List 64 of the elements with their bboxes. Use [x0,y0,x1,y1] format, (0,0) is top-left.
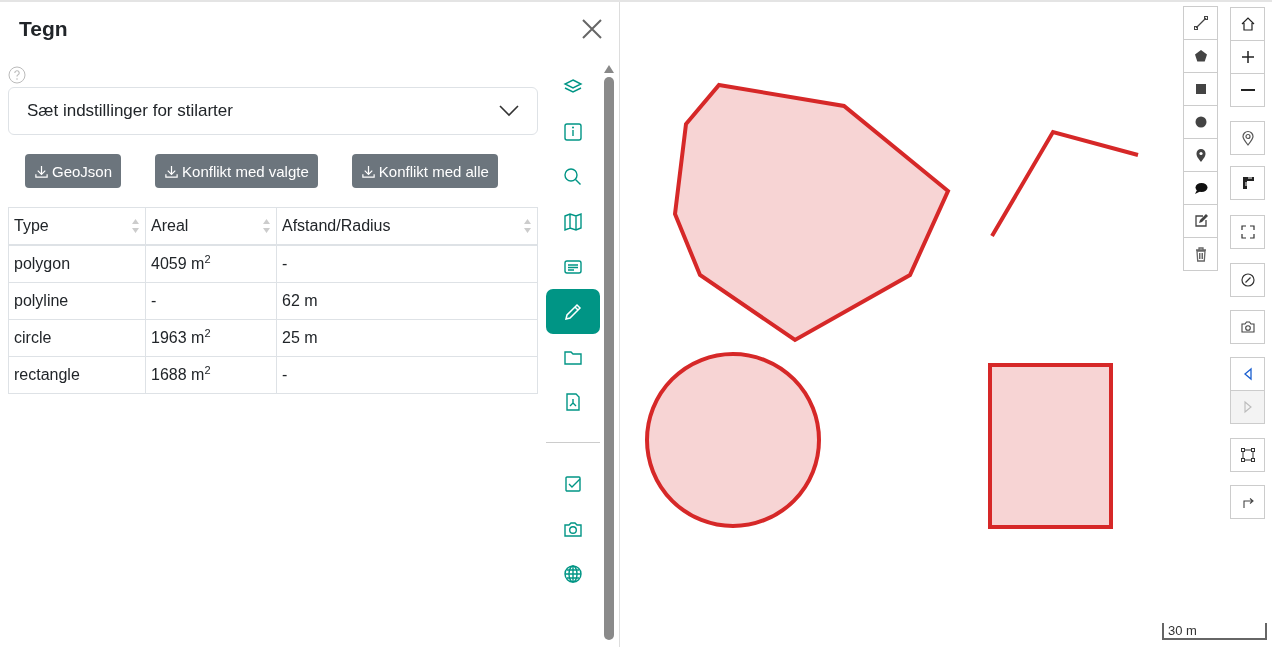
table-cell: circle [8,319,146,357]
edit-icon [1192,213,1209,229]
line-tool-icon [1192,15,1209,31]
chevron-down-icon [499,105,519,117]
location-pin-icon [1239,130,1256,146]
download-button[interactable]: Konflikt med alle [351,154,498,188]
table-cell: 4059 m$^{2}$ [145,245,277,283]
download-icon [164,163,180,179]
globe-icon [563,563,583,584]
rectangle-shape[interactable] [988,363,1113,529]
plus-icon [1239,49,1256,65]
close-button[interactable] [581,18,603,40]
panel-title: Tegn [19,17,68,41]
table-cell: 62 m [276,282,538,320]
table-cell: - [276,245,538,283]
table-cell: - [276,356,538,394]
polyline-shape[interactable] [990,129,1139,237]
download-button[interactable]: GeoJson [25,154,122,188]
speech-bubble-icon [1192,180,1209,196]
style-dropdown[interactable]: Sæt indstillinger for stilarter [8,87,538,135]
pdf-icon [563,391,583,412]
column-header[interactable]: Afstand/Radius [276,207,538,245]
table-cell: polyline [8,282,146,320]
table-cell: 1963 m$^{2}$ [145,319,277,357]
info-icon [563,121,583,142]
download-button[interactable]: Konflikt med valgte [155,154,318,188]
help-icon[interactable] [8,66,26,84]
draw-tool-button[interactable] [1183,138,1218,172]
column-header[interactable]: Type [8,207,146,245]
home-icon [1239,16,1256,32]
draw-tool-button[interactable] [1183,105,1218,139]
map-control-button[interactable] [1230,438,1265,472]
table-cell: rectangle [8,356,146,394]
no-entry-icon [1239,272,1256,288]
download-icon [360,163,376,179]
search-icon [563,166,583,187]
scale-bar: 30 m [1162,623,1267,640]
camera-icon [1239,319,1256,335]
pencil-icon [563,301,583,322]
circle-shape[interactable] [645,352,821,528]
map-control-button[interactable] [1230,73,1265,107]
scrollbar-thumb[interactable] [604,77,614,640]
extent-icon [1239,447,1256,463]
download-icon [34,163,49,179]
map-control-button[interactable] [1230,40,1265,74]
checkbox-icon [563,473,583,494]
polygon-shape[interactable] [672,82,951,343]
nav-button[interactable] [546,289,600,334]
map-control-button[interactable] [1230,166,1265,200]
table-cell: 1688 m$^{2}$ [145,356,277,394]
draw-tool-button[interactable] [1183,171,1218,205]
scroll-up-icon[interactable] [604,65,614,73]
table-cell: polygon [8,245,146,283]
column-header[interactable]: Areal [145,207,277,245]
map-icon [563,211,583,232]
table-cell: 25 m [276,319,538,357]
draw-tool-button[interactable] [1183,6,1218,40]
draw-tool-button[interactable] [1183,72,1218,106]
pentagon-icon [1192,48,1209,64]
fullscreen-icon [1239,224,1256,240]
minus-icon [1240,89,1255,91]
map-control-button[interactable] [1230,263,1265,297]
table-cell: - [145,282,277,320]
draw-tool-button[interactable] [1183,39,1218,73]
